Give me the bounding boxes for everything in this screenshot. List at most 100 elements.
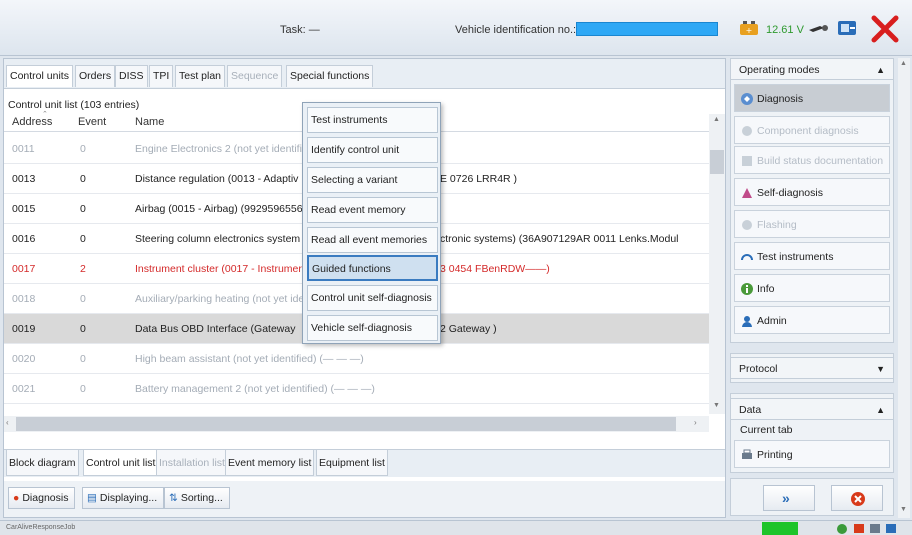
printing-button-label: Printing (757, 449, 793, 461)
cancel-icon (851, 492, 865, 506)
row-name: Auxiliary/parking heating (not yet ide (135, 293, 305, 305)
protocol-title: Protocol (739, 363, 778, 375)
row-address: 0018 (12, 293, 36, 305)
diagnosis-mode-icon (741, 93, 753, 105)
cancel-button[interactable] (831, 485, 883, 511)
mode-admin[interactable]: Admin (734, 306, 890, 334)
mode-test-instruments[interactable]: Test instruments (734, 242, 890, 270)
row-name: Airbag (0015 - Airbag) (9929596556 (135, 203, 303, 215)
mode-label: Diagnosis (757, 93, 804, 105)
mode-label: Flashing (757, 219, 797, 231)
admin-icon (742, 316, 752, 327)
voltage-readout: 12.61 V (766, 24, 804, 36)
interface-device-icon (836, 18, 860, 38)
menu-item-vehicle-self-diagnosis[interactable]: Vehicle self-diagnosis (307, 315, 438, 341)
printing-button[interactable]: Printing (734, 440, 890, 468)
data-title: Data (739, 404, 762, 416)
sorting-button-label: Sorting... (180, 492, 223, 504)
tab-special-functions[interactable]: Special functions (286, 65, 374, 87)
sort-icon: ⇅ (169, 492, 178, 504)
row-extra: 3 0454 FBenRDW——) (440, 263, 550, 275)
sorting-button[interactable]: ⇅ Sorting... (164, 487, 230, 509)
protocol-header[interactable]: Protocol ▼ (730, 357, 894, 379)
column-header-event[interactable]: Event (78, 116, 106, 128)
mode-info[interactable]: Info (734, 274, 890, 302)
mode-self-diagnosis[interactable]: Self-diagnosis (734, 178, 890, 206)
scroll-down-icon[interactable]: ▼ (713, 402, 720, 409)
alert-icon (854, 524, 864, 533)
tab-orders[interactable]: Orders (75, 65, 116, 87)
menu-item-selecting-variant[interactable]: Selecting a variant (307, 167, 438, 193)
row-extra: ctronic systems) (36A907129AR 0011 Lenks… (440, 233, 679, 245)
tab-installation-list[interactable]: Installation list (156, 450, 228, 476)
menu-item-guided-functions[interactable]: Guided functions (307, 255, 438, 281)
scroll-up-icon[interactable]: ▲ (713, 116, 720, 123)
mode-flashing[interactable]: Flashing (734, 210, 890, 238)
mode-label: Test instruments (757, 251, 834, 263)
scroll-up-icon[interactable]: ▲ (900, 60, 907, 67)
row-extra: E 0726 LRR4R ) (440, 173, 518, 185)
collapse-icon[interactable]: ▲ (876, 399, 885, 421)
mode-label: Build status documentation (757, 155, 884, 167)
row-address: 0017 (12, 263, 36, 275)
tab-control-units[interactable]: Control units (6, 65, 73, 87)
menu-item-control-unit-self-diagnosis[interactable]: Control unit self-diagnosis (307, 285, 438, 311)
list-icon: ▤ (87, 492, 97, 504)
row-address: 0011 (12, 143, 35, 155)
mode-label: Component diagnosis (757, 125, 859, 137)
test-instruments-icon (741, 254, 753, 261)
row-address: 0020 (12, 353, 36, 365)
tab-sequence[interactable]: Sequence (227, 65, 283, 87)
connection-status-indicator (762, 522, 798, 535)
online-icon (837, 524, 847, 534)
row-name: Distance regulation (0013 - Adaptiv (135, 173, 299, 185)
vertical-scrollbar[interactable]: ▲ ▼ (709, 114, 725, 414)
plug-icon (806, 18, 830, 38)
bottom-toolbar: ● Diagnosis ▤ Displaying... ⇅ Sorting... (4, 481, 725, 517)
tab-tpi[interactable]: TPI (149, 65, 174, 87)
row-name: Steering column electronics system (135, 233, 301, 245)
table-row[interactable]: 0021 0 Battery management 2 (not yet ide… (4, 374, 709, 404)
network-icon (886, 524, 896, 533)
menu-item-read-event-memory[interactable]: Read event memory (307, 197, 438, 223)
menu-item-test-instruments[interactable]: Test instruments (307, 107, 438, 133)
mode-component-diagnosis[interactable]: Component diagnosis (734, 116, 890, 144)
row-event: 0 (80, 383, 86, 395)
table-row[interactable]: 0020 0 High beam assistant (not yet iden… (4, 344, 709, 374)
tab-test-plan[interactable]: Test plan (175, 65, 226, 87)
tab-control-unit-list[interactable]: Control unit list (83, 450, 159, 476)
task-label: Task: — (280, 24, 320, 36)
tab-event-memory-list[interactable]: Event memory list (225, 450, 315, 476)
operating-modes-header[interactable]: Operating modes ▲ (730, 58, 894, 80)
menu-item-read-all-event-memories[interactable]: Read all event memories (307, 227, 438, 253)
mode-label: Admin (757, 315, 787, 327)
tab-block-diagram[interactable]: Block diagram (6, 450, 79, 476)
tab-equipment-list[interactable]: Equipment list (316, 450, 388, 476)
horizontal-scroll-thumb[interactable] (16, 417, 676, 431)
scroll-left-icon[interactable]: ‹ (6, 418, 9, 427)
expand-icon[interactable]: ▼ (876, 358, 885, 380)
row-name: Data Bus OBD Interface (Gateway (135, 323, 296, 335)
collapse-icon[interactable]: ▲ (876, 59, 885, 81)
row-address: 0019 (12, 323, 36, 335)
column-header-name[interactable]: Name (135, 116, 164, 128)
vertical-scroll-thumb[interactable] (710, 150, 724, 174)
data-header[interactable]: Data ▲ (730, 398, 894, 420)
horizontal-scrollbar[interactable]: ‹ › (4, 416, 709, 432)
scroll-down-icon[interactable]: ▼ (900, 506, 907, 513)
disconnected-icon[interactable] (870, 14, 900, 44)
right-scrollbar[interactable]: ▲ ▼ (898, 58, 910, 518)
diagnosis-button[interactable]: ● Diagnosis (8, 487, 76, 509)
displaying-button[interactable]: ▤ Displaying... (82, 487, 165, 509)
mode-diagnosis[interactable]: Diagnosis (734, 84, 890, 112)
scroll-right-icon[interactable]: › (694, 418, 697, 427)
settings-icon (870, 524, 880, 533)
menu-item-identify-control-unit[interactable]: Identify control unit (307, 137, 438, 163)
mode-build-status-documentation[interactable]: Build status documentation (734, 146, 890, 174)
tab-diss[interactable]: DISS (115, 65, 148, 87)
forward-button[interactable]: » (763, 485, 815, 511)
vin-label: Vehicle identification no.: (455, 24, 577, 36)
row-extra: 2 Gateway ) (440, 323, 497, 335)
info-icon (741, 283, 753, 295)
row-event: 0 (80, 353, 86, 365)
